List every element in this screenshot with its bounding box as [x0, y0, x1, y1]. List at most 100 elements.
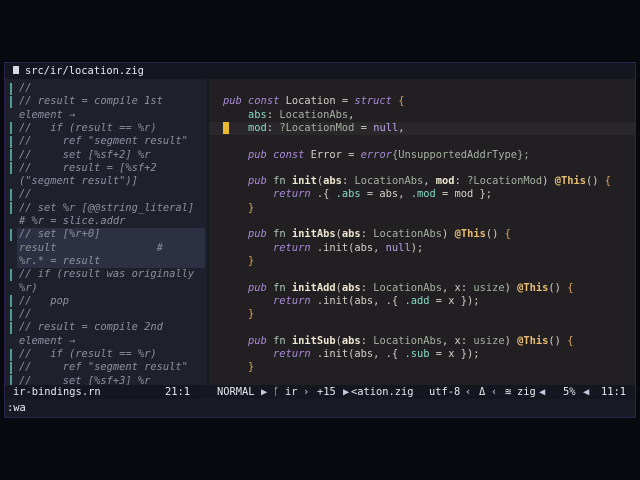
- code-token: .init(abs, .{: [310, 294, 405, 307]
- code-token: = x });: [429, 294, 480, 307]
- code-line: pub const Error = error{UnsupportedAddrT…: [223, 149, 530, 162]
- code-line: return .init(abs, .{ .add = x });: [223, 294, 480, 308]
- comment-line: // if (result was originally: [19, 268, 195, 281]
- code-token: {: [604, 175, 612, 188]
- git-gutter-bar: [10, 162, 12, 175]
- code-token: usize: [473, 281, 505, 294]
- comment-line: // pop: [19, 294, 70, 307]
- code-token: .add: [404, 294, 430, 307]
- code-token: pub: [223, 95, 242, 108]
- code-token: ?LocationMod: [467, 175, 543, 188]
- comment-line: // if (result == %r): [19, 348, 157, 360]
- code-token: fn: [273, 334, 286, 347]
- code-token: const: [248, 95, 280, 108]
- comment-line: // result = compile 1st: [19, 95, 163, 108]
- status-file: <ation.zig: [351, 386, 414, 398]
- code-token: = x });: [429, 348, 480, 360]
- comment-line: %r.* = result: [17, 254, 205, 269]
- code-line: return .init(abs, null);: [223, 242, 423, 255]
- code-line: pub fn init(abs: LocationAbs, mod: ?Loca…: [223, 175, 611, 188]
- code-token: .abs: [335, 188, 361, 201]
- git-gutter-bar: [10, 149, 12, 161]
- code-token: pub: [248, 281, 267, 294]
- code-token: ): [542, 175, 555, 188]
- code-token: return: [273, 294, 311, 307]
- code-token: @This: [454, 228, 486, 241]
- code-token: pub: [248, 228, 267, 241]
- code-token: return: [273, 188, 311, 201]
- code-line: pub const Location = struct {: [223, 95, 404, 108]
- separator-chevron-icon: ‹: [491, 386, 498, 398]
- code-token: Location =: [279, 95, 355, 108]
- code-token: (): [485, 228, 505, 241]
- left-pane[interactable]: //// result = compile 1st element →// if …: [5, 79, 207, 388]
- right-status-bar: NORMAL ▶ ᚴ ir › +15 ▶ <ation.zig utf-8 ‹…: [209, 385, 635, 399]
- code-token: (): [585, 175, 605, 188]
- code-token: ,: [423, 175, 436, 188]
- code-token: = mod };: [435, 188, 493, 201]
- code-token: LocationAbs: [373, 228, 443, 241]
- comment-line: // if (result == %r): [19, 121, 157, 134]
- code-token: fn: [273, 175, 286, 188]
- command-line[interactable]: :wa: [7, 401, 26, 415]
- code-token: {: [504, 228, 511, 241]
- comment-line: element →: [19, 334, 76, 347]
- code-token: :: [360, 228, 374, 241]
- code-token: }: [248, 361, 255, 374]
- separator-arrow-icon: ◀: [583, 386, 590, 398]
- tab-title[interactable]: src/ir/location.zig: [25, 64, 144, 78]
- status-filetype: zig: [517, 386, 536, 398]
- git-gutter-bar: [10, 122, 12, 135]
- right-pane-code[interactable]: pub const Location = struct { abs: Locat…: [209, 79, 635, 385]
- comment-line: # %r = slice.addr: [19, 215, 126, 227]
- code-line: pub fn initSub(abs: LocationAbs, x: usiz…: [223, 335, 573, 348]
- separator-arrow-icon: ◀: [539, 386, 546, 398]
- git-gutter-bar: [10, 135, 12, 148]
- filetype-icon: ≋: [505, 386, 512, 398]
- code-line: }: [223, 308, 254, 321]
- code-token: const: [273, 148, 305, 161]
- code-token: ): [504, 281, 518, 294]
- code-token: (): [548, 281, 568, 294]
- code-token: fn: [273, 281, 286, 294]
- editor-window: src/ir/location.zig // // result = compil…: [4, 62, 636, 418]
- code-token: ?LocationMod: [279, 121, 355, 134]
- separator-arrow-icon: ▶: [343, 386, 350, 398]
- status-percent: 5%: [563, 386, 576, 398]
- code-token: abs: [341, 281, 361, 294]
- comment-line: // set [%sf+2] %r: [19, 148, 151, 161]
- code-line: return .{ .abs = abs, .mod = mod };: [223, 188, 492, 201]
- comment-line: //: [19, 308, 32, 321]
- code-line: abs: LocationAbs,: [223, 109, 354, 122]
- code-token: abs: [341, 334, 361, 347]
- code-token: pub: [248, 334, 267, 347]
- comment-line: // set [%r+0]: [17, 228, 205, 242]
- code-token: @This: [554, 175, 586, 188]
- status-encoding: utf-8: [429, 386, 461, 398]
- status-branch: ir: [285, 386, 298, 398]
- code-line: pub fn initAdd(abs: LocationAbs, x: usiz…: [223, 282, 573, 295]
- git-gutter-bar: [10, 82, 12, 95]
- code-token: );: [410, 241, 424, 254]
- code-token: pub: [248, 175, 267, 188]
- code-line: pub fn initAbs(abs: LocationAbs) @This()…: [223, 228, 511, 241]
- code-token: ): [442, 228, 455, 241]
- status-position: 11:1: [601, 386, 627, 398]
- separator-arrow-icon: ▶: [261, 386, 268, 398]
- git-gutter-bar: [10, 95, 12, 108]
- left-status-bar: ir-bindings.rn 21:1: [5, 385, 207, 399]
- file-icon: [13, 66, 19, 74]
- code-token: }: [248, 201, 255, 214]
- code-token: usize: [473, 334, 505, 347]
- code-token: pub: [248, 148, 267, 161]
- tab-bar: src/ir/location.zig: [5, 63, 635, 79]
